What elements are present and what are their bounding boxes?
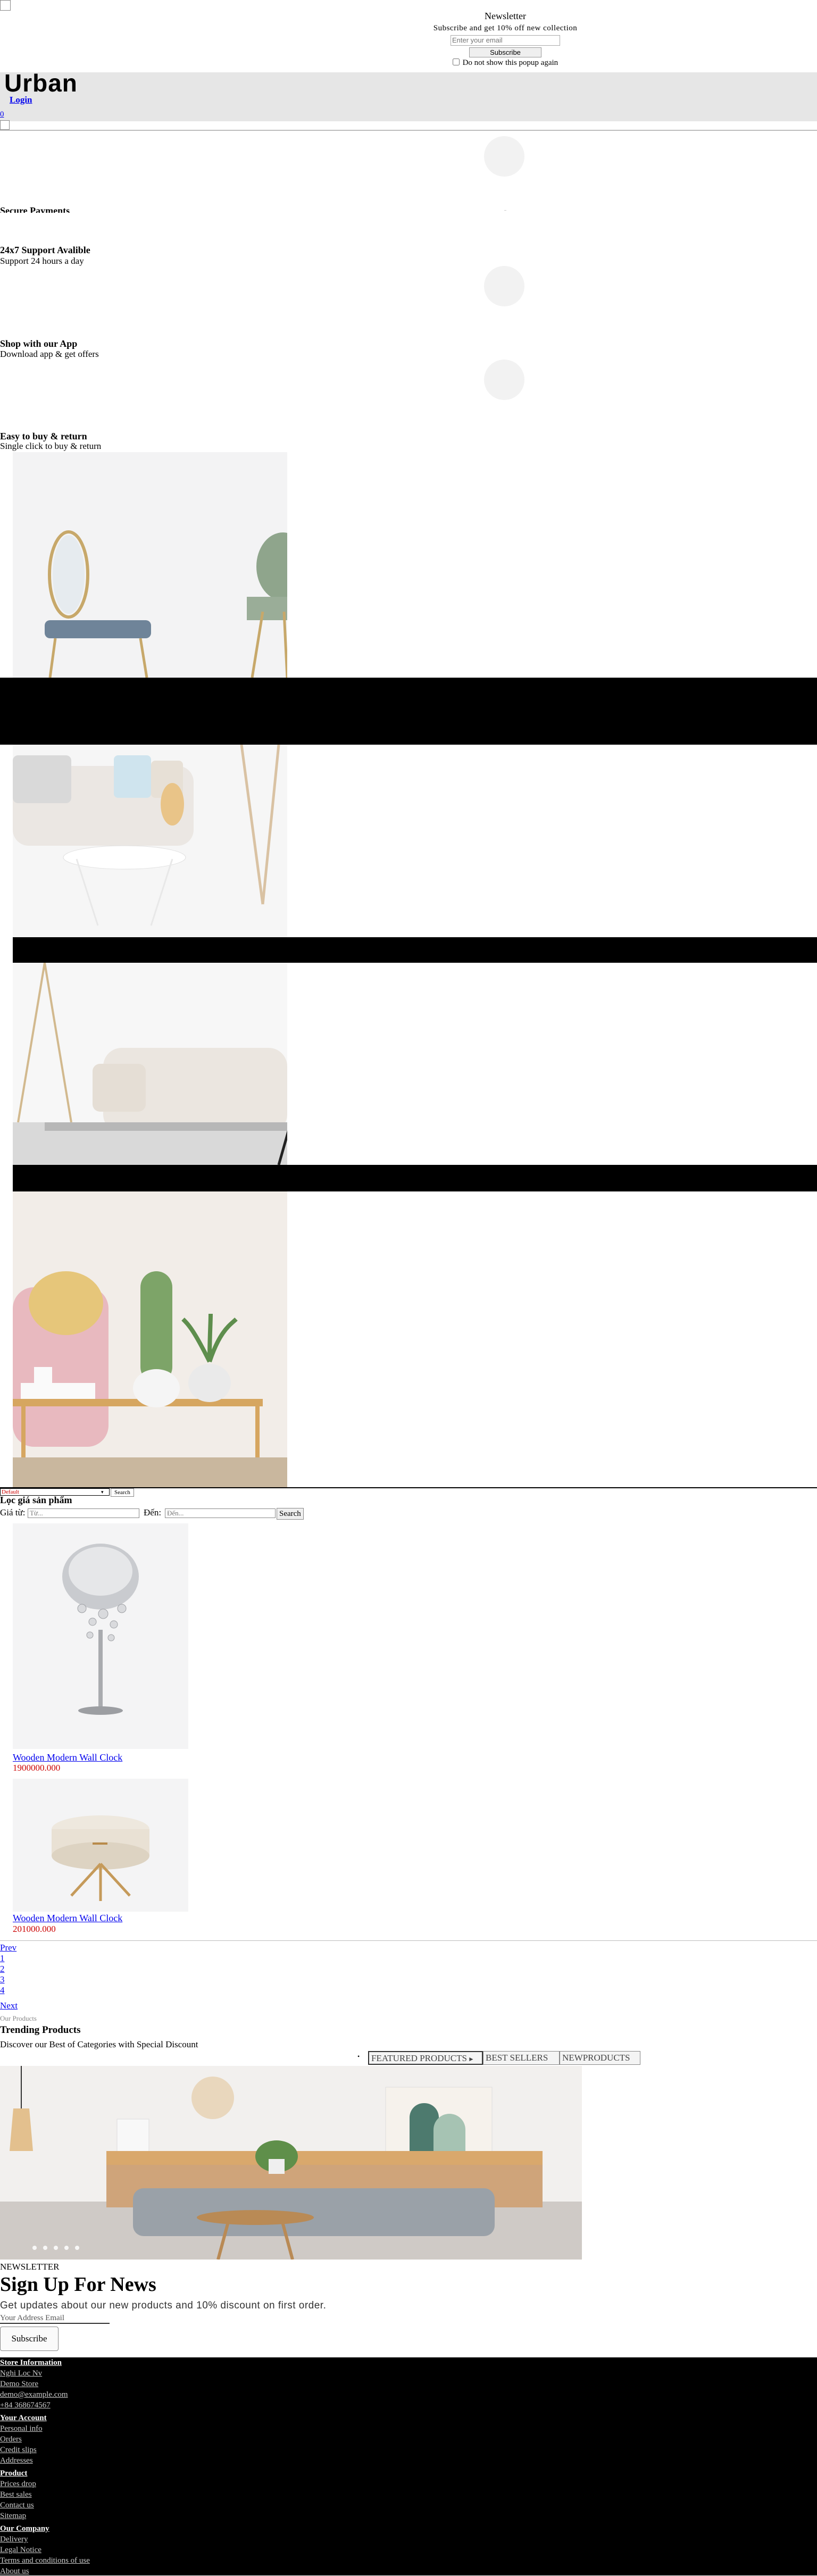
footer-link-credit-slips[interactable]: Credit slips xyxy=(0,2446,37,2455)
feature-title: Secure Payments xyxy=(0,205,70,213)
tab-new-products[interactable]: NEWPRODUCTS xyxy=(560,2051,640,2065)
trending-title: Trending Products xyxy=(0,2024,81,2036)
product-name-link[interactable]: Wooden Modern Wall Clock xyxy=(13,1752,122,1763)
play-icon: ► xyxy=(468,2055,474,2063)
newsletter-email-input[interactable]: Your Address Email xyxy=(0,2314,110,2324)
return-icon xyxy=(484,360,524,400)
tab-featured-products[interactable]: FEATURED PRODUCTS ► xyxy=(368,2051,483,2065)
banner-overlay xyxy=(13,1165,817,1191)
site-logo[interactable]: Urban xyxy=(4,69,78,97)
footer-link-best-sales[interactable]: Best sales xyxy=(0,2490,32,2499)
feature-subtitle: Support 24 hours a day xyxy=(0,256,84,266)
bullet: • xyxy=(357,2053,360,2060)
feature-subtitle: Single click to buy & return xyxy=(0,441,102,451)
pagination-next[interactable]: Next xyxy=(0,2000,18,2011)
filter-title: Lọc giá sản phẩm xyxy=(0,1495,72,1505)
filter-to-label: Đến: xyxy=(144,1507,162,1518)
footer-link-personal-info[interactable]: Personal info xyxy=(0,2424,43,2433)
footer-link-addresses[interactable]: Addresses xyxy=(0,2456,33,2465)
divider xyxy=(504,210,506,211)
pagination-page-1[interactable]: 1 xyxy=(0,1953,5,1964)
trending-subtitle: Discover our Best of Categories with Spe… xyxy=(0,2039,198,2049)
filter-to-input[interactable] xyxy=(165,1508,276,1518)
trending-kicker: Our Products xyxy=(0,2014,37,2022)
footer-link-legal-notice[interactable]: Legal Notice xyxy=(0,2546,41,2555)
banner-armchair-image xyxy=(13,963,287,1165)
footer-store-heading[interactable]: Store Information xyxy=(0,2358,62,2367)
popup-email-input[interactable] xyxy=(451,35,560,46)
footer-product-heading[interactable]: Product xyxy=(0,2469,27,2478)
tab-label: FEATURED PRODUCTS xyxy=(371,2053,467,2063)
lamp-illustration xyxy=(13,1523,188,1749)
popup-title: Newsletter xyxy=(485,11,526,21)
footer-store-line[interactable]: Nghi Loc Nv xyxy=(0,2369,42,2378)
product-image[interactable] xyxy=(13,1779,188,1912)
newsletter-kicker: NEWSLETTER xyxy=(0,2262,60,2272)
filter-from-label: Giá từ: xyxy=(0,1507,26,1518)
footer-store-line[interactable]: Demo Store xyxy=(0,2380,38,2389)
popup-subscribe-button[interactable]: Subscribe xyxy=(469,47,541,57)
newsletter-popup: Newsletter Subscribe and get 10% off new… xyxy=(404,11,606,68)
broken-image-icon xyxy=(0,0,11,11)
site-footer: Store Information Nghi Loc Nv Demo Store… xyxy=(0,2357,817,2575)
popup-dont-show[interactable]: Do not show this popup again xyxy=(404,59,606,68)
footer-link-contact-us[interactable]: Contact us xyxy=(0,2501,34,2510)
filter-search-button[interactable]: Search xyxy=(277,1508,304,1520)
chairs-illustration xyxy=(13,452,287,678)
cart-count[interactable]: 0 xyxy=(0,110,4,119)
footer-link-about-us[interactable]: About us xyxy=(0,2567,29,2576)
feature-title: Shop with our App xyxy=(0,338,78,349)
cactus-illustration xyxy=(13,1191,287,1487)
newsletter-image xyxy=(0,2066,582,2260)
footer-link-prices-drop[interactable]: Prices drop xyxy=(0,2480,36,2489)
pagination-prev[interactable]: Prev xyxy=(0,1943,16,1953)
login-link[interactable]: Login xyxy=(10,95,32,105)
product-image[interactable] xyxy=(13,1523,188,1749)
pagination-page-2[interactable]: 2 xyxy=(0,1964,5,1974)
pagination-page-4[interactable]: 4 xyxy=(0,1985,5,1996)
header-divider xyxy=(0,130,817,131)
tab-best-sellers[interactable]: BEST SELLERS xyxy=(483,2051,560,2065)
search-button[interactable]: Search xyxy=(111,1488,134,1497)
newsletter-subscribe-button[interactable]: Subscribe xyxy=(0,2327,59,2351)
newsletter-title: Sign Up For News xyxy=(0,2273,156,2296)
banner-sofa-image xyxy=(13,745,287,937)
footer-store-phone[interactable]: +84 368674567 xyxy=(0,2401,51,2410)
filter-from-input[interactable] xyxy=(28,1508,139,1518)
banner-overlay xyxy=(13,937,817,963)
armchair-illustration xyxy=(13,963,287,1165)
chevron-down-icon: ▾ xyxy=(101,1489,104,1495)
footer-company-heading[interactable]: Our Company xyxy=(0,2524,49,2533)
site-header xyxy=(0,72,817,121)
pagination-page-3[interactable]: 3 xyxy=(0,1974,5,1985)
secure-payment-icon xyxy=(484,136,524,177)
feature-subtitle: Download app & get offers xyxy=(0,349,99,359)
footer-link-delivery[interactable]: Delivery xyxy=(0,2535,28,2544)
banner-cactus-image xyxy=(13,1191,287,1487)
footer-link-terms[interactable]: Terms and conditions of use xyxy=(0,2556,90,2565)
banner-overlay xyxy=(0,678,817,745)
feature-title: 24x7 Support Avalible xyxy=(0,245,90,255)
dont-show-label: Do not show this popup again xyxy=(462,59,558,68)
product-price: 201000.000 xyxy=(13,1924,56,1934)
living-room-illustration xyxy=(0,2066,582,2260)
footer-account-heading[interactable]: Your Account xyxy=(0,2414,47,2423)
feature-title: Easy to buy & return xyxy=(0,431,87,441)
side-table-illustration xyxy=(13,1779,188,1912)
divider xyxy=(0,1940,817,1941)
dont-show-checkbox[interactable] xyxy=(452,59,460,66)
newsletter-text: Get updates about our new products and 1… xyxy=(0,2300,327,2311)
footer-link-orders[interactable]: Orders xyxy=(0,2435,22,2444)
sofa-illustration xyxy=(13,745,287,937)
footer-store-email[interactable]: demo@example.com xyxy=(0,2390,68,2399)
product-name-link[interactable]: Wooden Modern Wall Clock xyxy=(13,1913,122,1924)
mobile-app-icon xyxy=(484,266,524,306)
broken-image-icon xyxy=(0,120,10,130)
popup-subtitle: Subscribe and get 10% off new collection xyxy=(433,23,578,32)
product-price: 1900000.000 xyxy=(13,1763,61,1773)
footer-link-sitemap[interactable]: Sitemap xyxy=(0,2512,26,2521)
banner-chairs-image xyxy=(13,452,287,678)
